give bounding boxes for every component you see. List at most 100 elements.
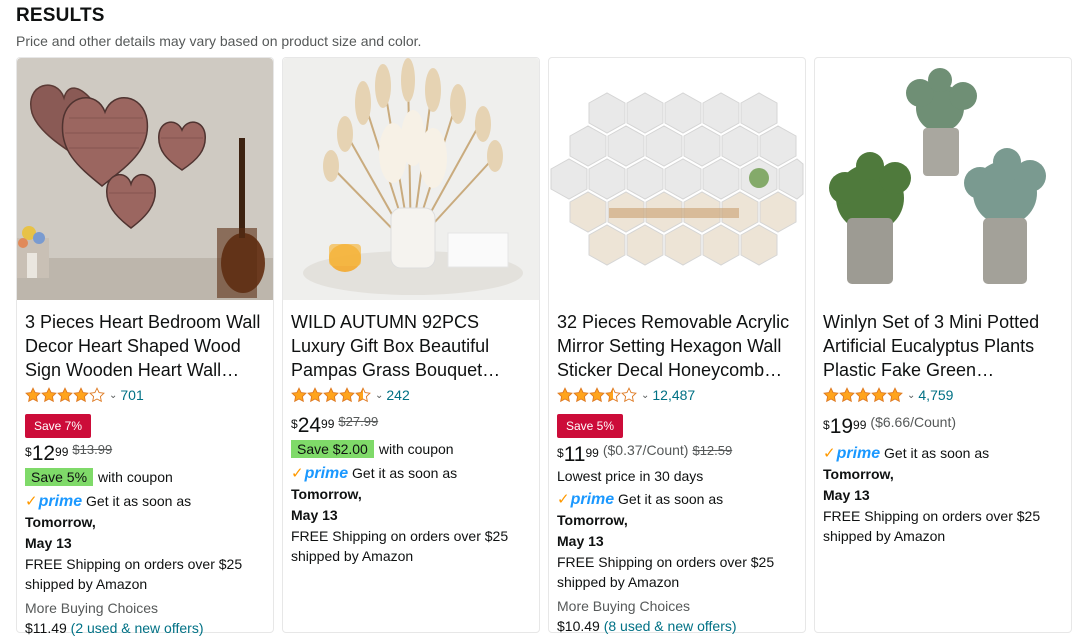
price-fraction: 99 — [853, 418, 867, 432]
star-full-icon — [839, 387, 855, 403]
coupon-suffix: with coupon — [378, 441, 454, 457]
price-whole: 12 — [31, 442, 56, 465]
product-image[interactable] — [815, 58, 1071, 300]
results-title: RESULTS — [16, 5, 105, 26]
price-fraction: 99 — [321, 417, 335, 431]
delivery-prefix: Get it as soon as — [86, 493, 192, 509]
price-symbol: $ — [823, 418, 830, 432]
product-card: 32 Pieces Removable Acrylic Mirror Setti… — [548, 57, 806, 636]
prime-text: prime — [304, 465, 349, 482]
coupon-badge[interactable]: Save $2.00 — [291, 440, 374, 458]
star-full-icon — [823, 387, 839, 403]
star-full-icon — [57, 387, 73, 403]
product-image[interactable] — [17, 58, 273, 300]
more-price: $11.49 — [25, 620, 67, 636]
unit-price: ($6.66/Count) — [870, 414, 957, 430]
chevron-down-icon[interactable]: ⌄ — [641, 390, 649, 401]
star-full-icon — [339, 387, 355, 403]
offers-row: $10.49 (8 used & new offers) — [557, 616, 797, 636]
product-title[interactable]: WILD AUTUMN 92PCS Luxury Gift Box Beauti… — [291, 310, 531, 382]
results-subtitle: Price and other details may vary based o… — [16, 33, 422, 49]
prime-logo: ✓ prime — [291, 463, 348, 484]
rating-count[interactable]: 12,487 — [652, 387, 695, 403]
prime-logo: ✓ prime — [557, 489, 614, 510]
star-rating[interactable] — [291, 387, 371, 403]
rating-row: ⌄ 701 — [25, 384, 265, 406]
price[interactable]: $24 99 — [291, 415, 334, 437]
product-title[interactable]: 32 Pieces Removable Acrylic Mirror Setti… — [557, 310, 797, 382]
list-price: $13.99 — [72, 442, 113, 457]
rating-count[interactable]: 4,759 — [918, 387, 953, 403]
coupon-suffix: with coupon — [98, 469, 173, 485]
delivery-row: ✓ prime Get it as soon as Tomorrow, May 1… — [823, 443, 1063, 506]
prime-check-icon: ✓ — [557, 491, 570, 508]
delivery-prefix: Get it as soon as — [352, 465, 458, 481]
chevron-down-icon[interactable]: ⌄ — [907, 390, 915, 401]
delivery-date: May 13 — [25, 535, 72, 551]
price[interactable]: $19 99 — [823, 416, 866, 438]
prime-check-icon: ✓ — [291, 465, 304, 482]
star-rating[interactable] — [25, 387, 105, 403]
shipping-line-1: FREE Shipping on orders over $25 — [25, 556, 243, 572]
more-buying-choices: More Buying Choices — [25, 600, 159, 616]
prime-logo: ✓ prime — [823, 443, 880, 464]
delivery-row: ✓ prime Get it as soon as Tomorrow, May 1… — [291, 463, 531, 526]
prime-logo: ✓ prime — [25, 491, 82, 512]
delivery-date: May 13 — [823, 487, 870, 503]
star-rating[interactable] — [557, 387, 637, 403]
star-full-icon — [307, 387, 323, 403]
rating-row: ⌄ 12,487 — [557, 384, 797, 406]
delivery-prefix: Get it as soon as — [884, 445, 990, 461]
star-full-icon — [41, 387, 57, 403]
product-card: Winlyn Set of 3 Mini Potted Artificial E… — [814, 57, 1072, 633]
price-row: $12 99 $13.99 — [25, 442, 265, 465]
delivery-date: May 13 — [557, 533, 604, 549]
prime-text: prime — [38, 493, 83, 510]
price-fraction: 99 — [585, 446, 599, 460]
price-symbol: $ — [557, 446, 564, 460]
product-card: WILD AUTUMN 92PCS Luxury Gift Box Beauti… — [282, 57, 540, 633]
price-row: $11 99 ($0.37/Count) $12.59 — [557, 442, 797, 466]
product-title[interactable]: Winlyn Set of 3 Mini Potted Artificial E… — [823, 310, 1063, 382]
offers-link[interactable]: (2 used & new offers) — [71, 620, 204, 636]
list-price: $12.59 — [692, 443, 733, 458]
star-full-icon — [25, 387, 41, 403]
chevron-down-icon[interactable]: ⌄ — [109, 390, 117, 401]
star-full-icon — [291, 387, 307, 403]
product-image[interactable] — [283, 58, 539, 300]
delivery-day: Tomorrow, — [823, 466, 894, 482]
price[interactable]: $12 99 — [25, 443, 68, 465]
coupon-badge[interactable]: Save 5% — [25, 468, 94, 486]
star-full-icon — [557, 387, 573, 403]
prime-check-icon: ✓ — [25, 493, 38, 510]
save-badge: Save 7% — [25, 414, 92, 438]
price-symbol: $ — [25, 445, 32, 459]
delivery-row: ✓ prime Get it as soon as Tomorrow, May 1… — [557, 489, 797, 552]
product-title[interactable]: 3 Pieces Heart Bedroom Wall Decor Heart … — [25, 310, 265, 382]
star-full-icon — [73, 387, 89, 403]
price-whole: 24 — [297, 414, 322, 437]
star-rating[interactable] — [823, 387, 903, 403]
star-full-icon — [589, 387, 605, 403]
shipping-line-2: shipped by Amazon — [291, 548, 414, 564]
price-row: $19 99 ($6.66/Count) — [823, 414, 1063, 438]
prime-text: prime — [836, 445, 881, 462]
rating-count[interactable]: 242 — [386, 387, 409, 403]
delivery-day: Tomorrow, — [557, 512, 628, 528]
chevron-down-icon[interactable]: ⌄ — [375, 390, 383, 401]
shipping-line-2: shipped by Amazon — [823, 528, 946, 544]
results-header: RESULTS Price and other details may vary… — [16, 5, 421, 49]
delivery-day: Tomorrow, — [291, 486, 362, 502]
list-price: $27.99 — [338, 414, 379, 429]
unit-price: ($0.37/Count) — [602, 442, 689, 458]
shipping-line-1: FREE Shipping on orders over $25 — [823, 508, 1041, 524]
offers-link[interactable]: (8 used & new offers) — [604, 618, 737, 634]
rating-count[interactable]: 701 — [120, 387, 143, 403]
star-full-icon — [573, 387, 589, 403]
price-whole: 11 — [563, 443, 586, 466]
delivery-row: ✓ prime Get it as soon as Tomorrow, May 1… — [25, 491, 265, 554]
price[interactable]: $11 99 — [557, 444, 599, 466]
product-card: 3 Pieces Heart Bedroom Wall Decor Heart … — [16, 57, 274, 636]
product-image[interactable] — [549, 58, 805, 300]
star-full-icon — [887, 387, 903, 403]
